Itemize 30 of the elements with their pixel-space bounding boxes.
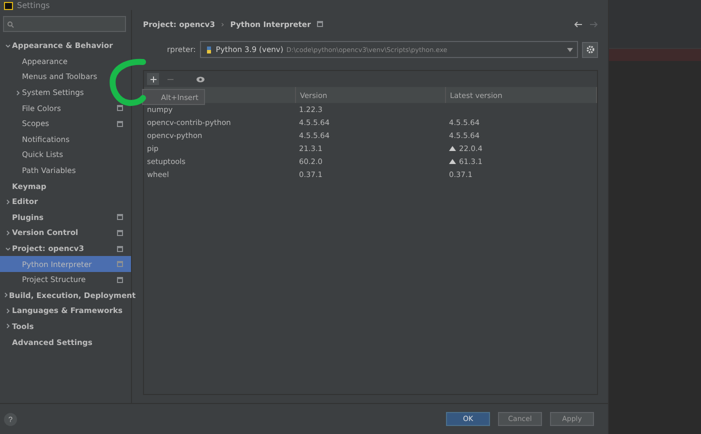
project-scope-icon: [117, 214, 123, 220]
project-scope-icon: [117, 120, 123, 127]
project-scope-icon: [117, 276, 123, 283]
app-icon: [4, 2, 13, 10]
window-title: Settings: [17, 1, 50, 10]
chevron-right-icon[interactable]: [14, 90, 20, 96]
chevron-right-icon[interactable]: [3, 292, 9, 298]
python-logo-icon: [204, 46, 213, 54]
project-scope-icon: [117, 246, 123, 252]
chevron-right-icon[interactable]: [4, 308, 10, 314]
settings-button[interactable]: [582, 42, 598, 58]
settings-icon: [586, 45, 594, 54]
search-icon: [7, 20, 14, 28]
project-scope-icon: [117, 261, 123, 268]
dropdown-caret-icon: [567, 48, 573, 52]
chevron-down-icon[interactable]: [4, 42, 10, 49]
eye-icon: [196, 76, 204, 82]
project-scope-icon: [117, 105, 123, 112]
search-field[interactable]: [3, 16, 126, 32]
chevron-right-icon[interactable]: [4, 198, 10, 205]
plus-icon: [150, 76, 156, 82]
back-arrow-icon[interactable]: [574, 20, 583, 28]
annotation-circle-drawing: [108, 58, 146, 108]
add-button[interactable]: [147, 73, 159, 85]
chevron-right-icon[interactable]: [4, 323, 10, 330]
project-scope-icon: [117, 230, 123, 236]
breadcrumb-separator: ›: [221, 20, 224, 28]
chevron-right-icon[interactable]: [4, 230, 10, 236]
project-scope-icon: [316, 21, 323, 27]
chevron-down-icon[interactable]: [4, 246, 10, 252]
